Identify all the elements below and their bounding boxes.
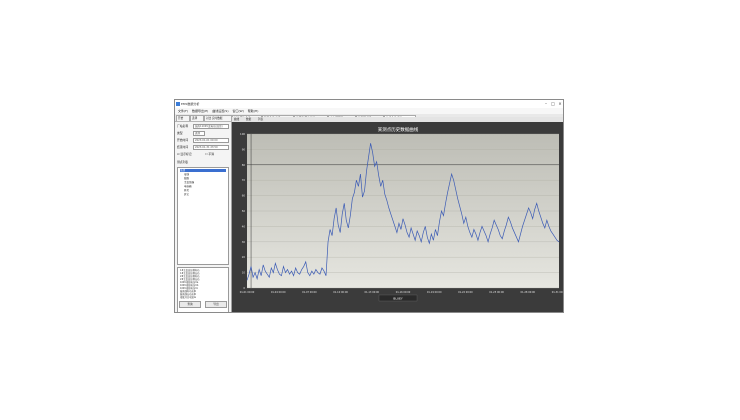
close-icon[interactable]: ×: [557, 101, 563, 106]
query-button[interactable]: 查询: [179, 301, 201, 308]
field-label-end: 结束时间: [177, 145, 189, 149]
app-window: EMS数据分析 – □ × 文件(F) 数据导出(E) 曲线设置(S) 窗口(W…: [174, 99, 564, 313]
start-time-field[interactable]: 2023-01-01 00:00: [193, 138, 229, 143]
y-tick-label: 20: [242, 255, 246, 259]
tree-item[interactable]: 线路: [184, 177, 189, 180]
export-button[interactable]: 导出: [205, 301, 227, 308]
menu-file[interactable]: 文件(F): [178, 109, 188, 113]
y-tick-label: 60: [242, 194, 246, 198]
chart-area: 某测点历史数据曲线 0 10 20 30 40 50 60 70 80 90 100 01-01 0…: [232, 122, 564, 313]
menu-window[interactable]: 窗口(W): [232, 109, 243, 113]
tree-item-all[interactable]: 全部: [180, 169, 226, 172]
tab-1[interactable]: 选择: [190, 115, 204, 121]
x-tick-label: 01-13 00:00: [364, 291, 379, 294]
x-tick-label: 01-01 00:00: [240, 291, 255, 294]
y-tick-label: 10: [242, 271, 246, 275]
field-label-type: 类型: [177, 131, 183, 135]
chart-title: 某测点历史数据曲线: [378, 126, 419, 133]
menu-curve[interactable]: 曲线设置(S): [212, 109, 228, 113]
option-label-2: 平滑: [208, 152, 215, 156]
menu-help[interactable]: 帮助(H): [248, 109, 259, 113]
x-tick-label: 01-22 00:00: [458, 291, 473, 294]
type-field[interactable]: 遥测: [193, 131, 205, 136]
app-icon: [176, 102, 180, 106]
end-time-field[interactable]: 2023-01-31 23:59: [193, 145, 229, 150]
tab-2[interactable]: 对比 实时数据: [204, 115, 232, 121]
y-tick-label: 0: [243, 286, 245, 290]
tree-item[interactable]: 开关: [184, 189, 189, 192]
y-tick-label: 70: [242, 178, 246, 182]
tree-item[interactable]: 主变压器: [184, 181, 194, 184]
x-tick-label: 01-19 00:00: [427, 291, 442, 294]
tree-item[interactable]: 电容器: [184, 185, 192, 188]
y-tick-label: 40: [242, 224, 246, 228]
y-tick-label: 90: [242, 147, 246, 151]
legend-label: BLUEY: [393, 296, 403, 300]
left-panel: 厂站名称 城南110KV变电站(高压) 类型 遥测 开始时间 2023-01-0…: [175, 122, 232, 312]
tree-item[interactable]: 其它: [184, 193, 189, 196]
legend: BLUEY: [378, 294, 418, 302]
list-item[interactable]: 母联开关电流Ia: [180, 296, 196, 299]
x-tick-label: 01-31 00:00: [552, 291, 564, 294]
subtab-data[interactable]: 数据: [246, 118, 251, 121]
field-label-station: 厂站名称: [177, 124, 189, 128]
x-tick-label: 01-16 00:00: [396, 291, 411, 294]
tree-item[interactable]: 母线: [184, 173, 189, 176]
x-tick-label: 01-28 00:00: [520, 291, 535, 294]
y-tick-label: 100: [240, 132, 245, 136]
point-tree[interactable]: 全部 母线 线路 主变压器 电容器 开关 其它: [177, 167, 229, 265]
x-tick-label: 01-10 00:00: [333, 291, 348, 294]
option-label-1: 显示标记: [180, 152, 192, 156]
x-tick-label: 01-07 00:00: [302, 291, 317, 294]
history-line-chart[interactable]: 某测点历史数据曲线 0 10 20 30 40 50 60 70 80 90 100 01-01 0…: [232, 122, 564, 313]
option-check-1[interactable]: ☑ 显示标记: [177, 151, 192, 157]
x-tick-label: 01-25 00:00: [489, 291, 504, 294]
option-check-2[interactable]: ☐ 平滑: [205, 151, 214, 157]
tree-label: 测点列表: [177, 160, 189, 164]
y-tick-label: 50: [242, 209, 246, 213]
station-field[interactable]: 城南110KV变电站(高压): [193, 124, 229, 129]
y-tick-label: 30: [242, 240, 246, 244]
field-label-start: 开始时间: [177, 138, 189, 142]
minimize-icon[interactable]: –: [543, 101, 549, 106]
subtab-list[interactable]: 列表: [258, 118, 263, 121]
window-title: EMS数据分析: [181, 102, 200, 106]
y-tick-label: 80: [242, 163, 246, 167]
maximize-icon[interactable]: □: [550, 101, 556, 106]
tab-0[interactable]: 开始: [176, 115, 190, 121]
x-tick-label: 01-04 00:00: [271, 291, 286, 294]
subtab-curve[interactable]: 曲线: [234, 118, 239, 121]
menu-export[interactable]: 数据导出(E): [192, 109, 208, 113]
